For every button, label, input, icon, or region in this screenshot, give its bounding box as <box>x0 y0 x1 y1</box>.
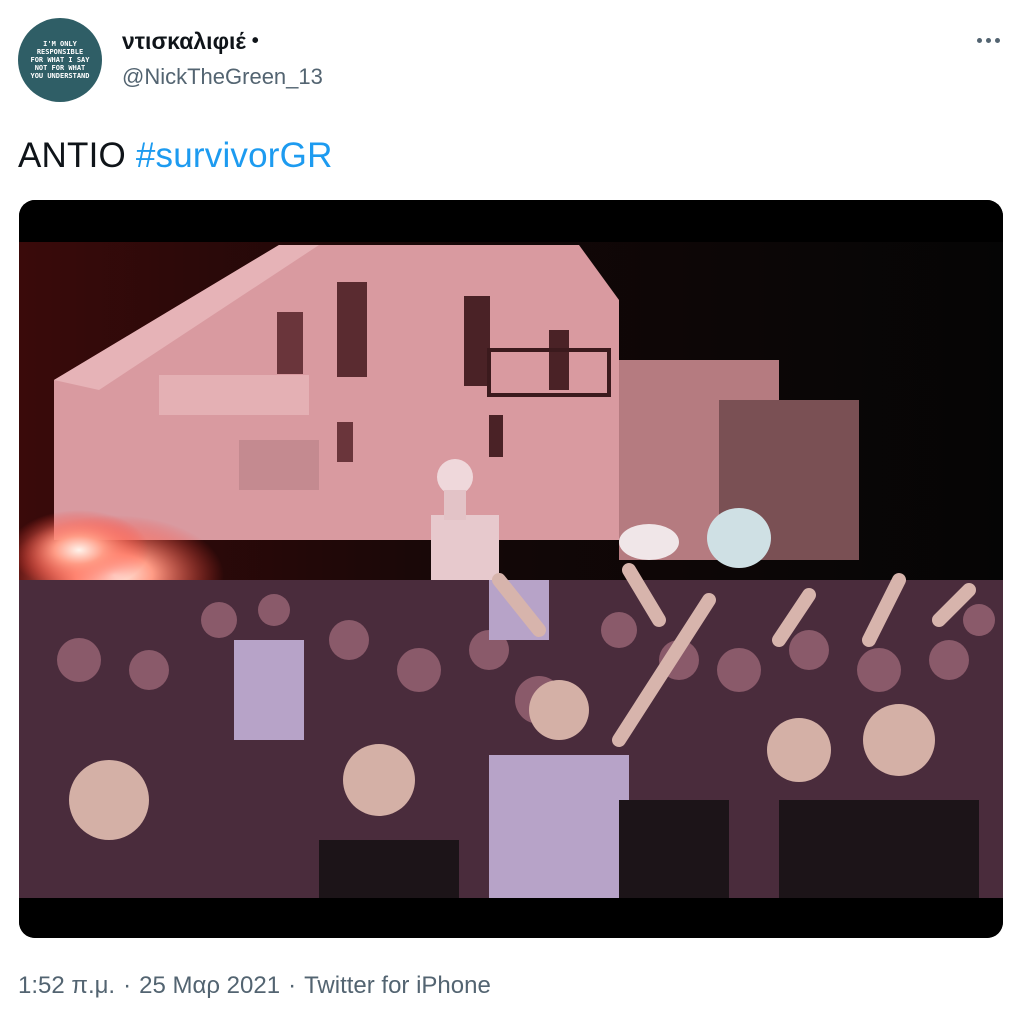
tweet-source[interactable]: Twitter for iPhone <box>304 972 491 1000</box>
name-suffix: • <box>251 30 259 52</box>
more-dots-icon <box>994 37 1000 43</box>
tweet-time[interactable]: 1:52 π.μ. <box>18 972 115 1000</box>
hashtag-link[interactable]: #survivorGR <box>136 136 333 175</box>
tweet-text: ANTIO #survivorGR <box>18 136 333 176</box>
avatar[interactable]: I'M ONLY RESPONSIBLE FOR WHAT I SAY NOT … <box>18 18 102 102</box>
tweet-photo[interactable] <box>19 200 1003 938</box>
author-name-row[interactable]: ντισκαλιφιέ • <box>122 28 259 55</box>
tweet-body-text: ANTIO <box>18 136 136 175</box>
author-handle[interactable]: @NickTheGreen_13 <box>122 64 323 90</box>
meta-separator: · <box>288 972 297 999</box>
more-options-button[interactable] <box>972 26 1004 54</box>
meta-separator: · <box>123 972 132 999</box>
tweet-meta: 1:52 π.μ. · 25 Μαρ 2021 · Twitter for iP… <box>18 972 491 1000</box>
display-name[interactable]: ντισκαλιφιέ <box>122 28 246 55</box>
tweet-date[interactable]: 25 Μαρ 2021 <box>139 972 280 1000</box>
photo-crowd-night <box>19 200 1003 938</box>
avatar-text: I'M ONLY RESPONSIBLE FOR WHAT I SAY NOT … <box>30 40 90 80</box>
more-dots-icon <box>985 37 991 43</box>
more-dots-icon <box>976 37 982 43</box>
